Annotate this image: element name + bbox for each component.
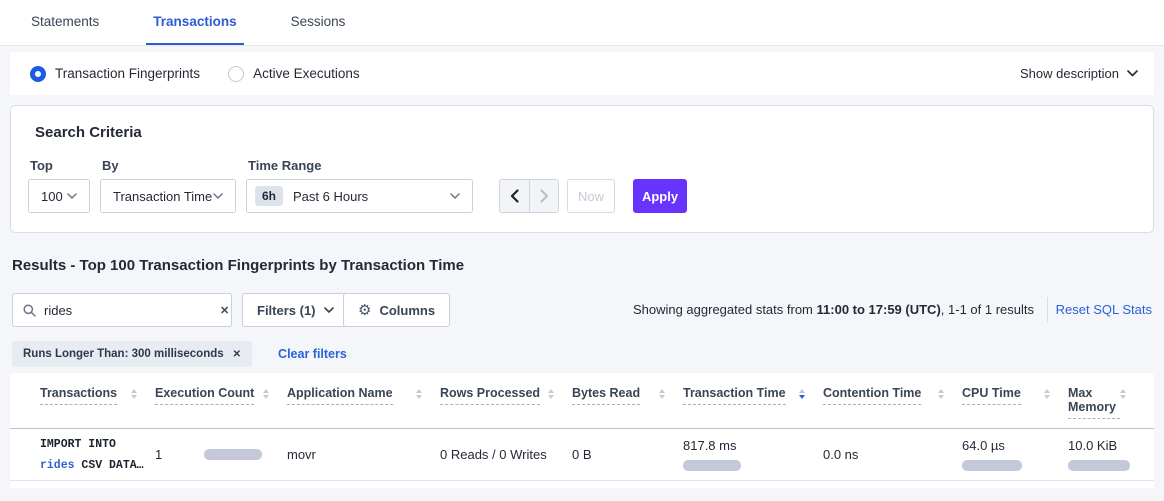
top-tab-bar: Statements Transactions Sessions — [0, 0, 1164, 46]
remove-filter-icon[interactable]: ✕ — [233, 349, 241, 360]
sort-icon[interactable] — [938, 386, 944, 399]
apply-button[interactable]: Apply — [633, 179, 687, 213]
sort-icon[interactable] — [416, 386, 422, 399]
search-criteria-card: Search Criteria Top 100 By Transaction T… — [10, 105, 1154, 233]
max-memory-bar — [1068, 460, 1130, 471]
columns-button-label: Columns — [379, 303, 435, 318]
column-header-rows-processed[interactable]: Rows Processed — [440, 386, 572, 419]
show-description-toggle[interactable]: Show description — [1020, 66, 1138, 81]
transactions-page: Statements Transactions Sessions Transac… — [0, 0, 1164, 501]
by-select[interactable]: Transaction Time — [100, 179, 236, 213]
next-time-window-button[interactable] — [529, 180, 558, 212]
radio-label: Active Executions — [253, 66, 360, 81]
column-header-transaction-time[interactable]: Transaction Time — [683, 386, 823, 419]
column-header-transactions[interactable]: Transactions — [40, 386, 155, 419]
by-field: By Transaction Time — [100, 158, 236, 213]
time-range-badge: 6h — [255, 186, 283, 206]
sort-icon[interactable] — [659, 386, 665, 399]
transaction-time-cell: 817.8 ms — [683, 438, 823, 471]
column-header-application-name[interactable]: Application Name — [287, 386, 440, 419]
time-range-select[interactable]: 6h Past 6 Hours — [246, 179, 473, 213]
search-icon — [23, 304, 36, 317]
radio-transaction-fingerprints[interactable]: Transaction Fingerprints — [30, 66, 200, 82]
active-filters-row: Runs Longer Than: 300 milliseconds ✕ Cle… — [12, 341, 347, 367]
chevron-down-icon — [67, 193, 77, 199]
radio-label: Transaction Fingerprints — [55, 66, 200, 81]
sort-icon[interactable] — [799, 386, 805, 399]
column-header-execution-count[interactable]: Execution Count — [155, 386, 287, 419]
column-header-bytes-read[interactable]: Bytes Read — [572, 386, 683, 419]
table-header-row: Transactions Execution Count Application… — [10, 373, 1154, 429]
transaction-fingerprint-link[interactable]: IMPORT INTO rides CSV DATA… — [40, 434, 155, 476]
chevron-down-icon — [213, 193, 223, 199]
chevron-down-icon — [324, 307, 334, 313]
now-button[interactable]: Now — [567, 179, 615, 213]
table-row: IMPORT INTO rides CSV DATA… 1 movr 0 Rea… — [10, 429, 1154, 481]
time-range-label: Time Range — [248, 158, 473, 173]
previous-time-window-button[interactable] — [500, 180, 529, 212]
contention-time-cell: 0.0 ns — [823, 447, 962, 462]
reset-sql-stats-link[interactable]: Reset SQL Stats — [1056, 302, 1152, 317]
filter-tag-label: Runs Longer Than: 300 milliseconds — [23, 348, 224, 360]
bytes-read-cell: 0 B — [572, 447, 683, 462]
tab-statements[interactable]: Statements — [24, 0, 106, 45]
tab-sessions[interactable]: Sessions — [284, 0, 353, 45]
search-criteria-title: Search Criteria — [35, 124, 142, 141]
by-label: By — [102, 158, 236, 173]
sort-icon[interactable] — [548, 386, 554, 399]
view-toggle-row: Transaction Fingerprints Active Executio… — [10, 52, 1154, 95]
tab-transactions[interactable]: Transactions — [146, 0, 243, 45]
by-select-value: Transaction Time — [113, 189, 212, 204]
radio-unselected-icon — [228, 66, 244, 82]
search-match-highlight: rides — [40, 459, 75, 472]
top-label: Top — [30, 158, 90, 173]
search-criteria-fields: Top 100 By Transaction Time Ti — [28, 158, 687, 213]
filter-tag: Runs Longer Than: 300 milliseconds ✕ — [12, 341, 252, 367]
sort-icon[interactable] — [131, 386, 137, 399]
column-header-max-memory[interactable]: Max Memory — [1068, 386, 1144, 419]
top-select[interactable]: 100 — [28, 179, 90, 213]
max-memory-cell: 10.0 KiB — [1068, 438, 1144, 471]
cpu-time-cell: 64.0 µs — [962, 438, 1068, 471]
column-header-cpu-time[interactable]: CPU Time — [962, 386, 1068, 419]
radio-selected-icon — [30, 66, 46, 82]
gear-icon: ⚙ — [358, 303, 371, 318]
execution-count-bar — [204, 449, 262, 460]
clear-filters-link[interactable]: Clear filters — [278, 347, 347, 361]
columns-button[interactable]: ⚙ Columns — [343, 293, 450, 327]
results-controls: ✕ Filters (1) ⚙ Columns Showing aggregat… — [12, 293, 1152, 327]
aggregated-stats-text: Showing aggregated stats from 11:00 to 1… — [633, 302, 1034, 317]
vertical-divider — [1047, 297, 1048, 323]
search-input[interactable] — [44, 303, 220, 318]
rows-processed-cell: 0 Reads / 0 Writes — [440, 447, 572, 462]
filters-button-label: Filters (1) — [257, 303, 316, 318]
filters-button[interactable]: Filters (1) — [242, 293, 349, 327]
chevron-down-icon — [450, 193, 460, 199]
time-range-field: Time Range 6h Past 6 Hours — [246, 158, 473, 213]
application-name-cell: movr — [287, 447, 440, 462]
transaction-time-bar — [683, 460, 741, 471]
radio-active-executions[interactable]: Active Executions — [228, 66, 360, 82]
sort-icon[interactable] — [263, 386, 269, 399]
cpu-time-bar — [962, 460, 1022, 471]
sort-icon[interactable] — [1120, 386, 1126, 399]
results-table: Transactions Execution Count Application… — [10, 373, 1154, 488]
show-description-label: Show description — [1020, 66, 1119, 81]
sort-icon[interactable] — [1044, 386, 1050, 399]
top-select-value: 100 — [41, 189, 63, 204]
stats-time-range: 11:00 to 17:59 (UTC) — [817, 302, 941, 317]
results-search-box[interactable]: ✕ — [12, 293, 232, 327]
chevron-down-icon — [1127, 70, 1138, 77]
column-header-contention-time[interactable]: Contention Time — [823, 386, 962, 419]
results-heading: Results - Top 100 Transaction Fingerprin… — [12, 257, 464, 274]
clear-search-icon[interactable]: ✕ — [220, 304, 229, 317]
top-field: Top 100 — [28, 158, 90, 213]
execution-count-cell: 1 — [155, 447, 287, 462]
time-range-value: Past 6 Hours — [293, 189, 368, 204]
time-window-arrows — [499, 179, 559, 213]
